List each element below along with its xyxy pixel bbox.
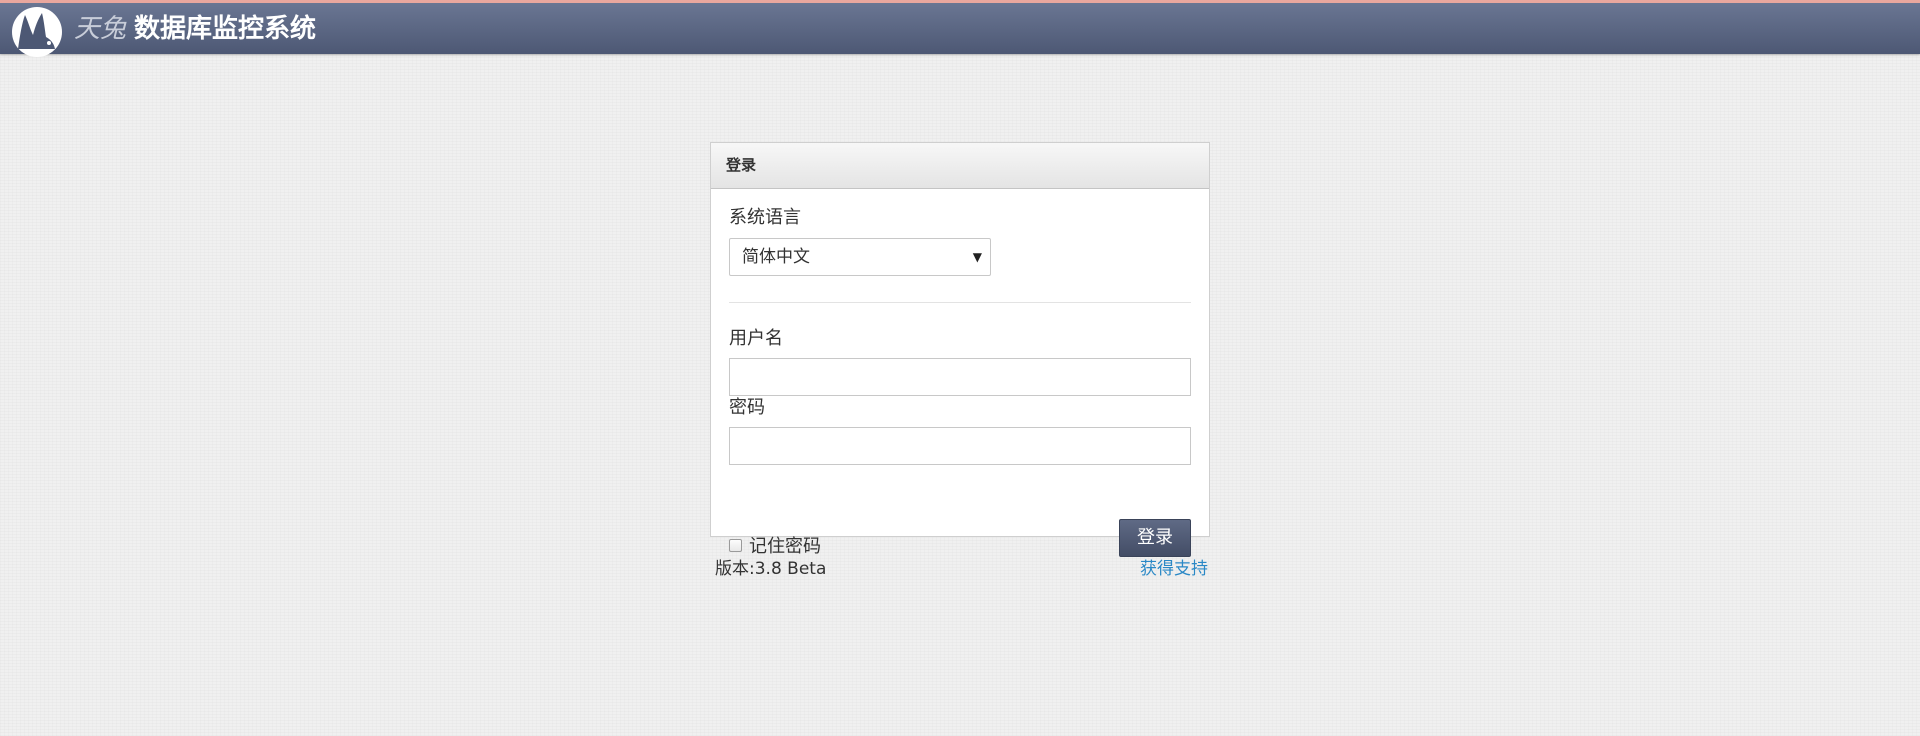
login-panel: 登录 系统语言 简体中文 ▼ 用户名 密码 记住密码 登录 (710, 142, 1210, 557)
brand-italic-text: 天兔 (74, 14, 127, 44)
language-label: 系统语言 (729, 207, 801, 228)
form-divider (729, 302, 1191, 303)
password-label: 密码 (729, 397, 765, 418)
language-selected-value: 简体中文 (742, 247, 810, 267)
get-support-link[interactable]: 获得支持 (1140, 554, 1208, 579)
app-brand: 天兔 数据库监控系统 (74, 14, 316, 44)
chevron-down-icon: ▼ (972, 250, 982, 264)
username-input[interactable] (729, 358, 1191, 396)
version-text: 版本:3.8 Beta (715, 559, 827, 579)
top-header-bar: 天兔 数据库监控系统 (0, 0, 1920, 57)
password-input[interactable] (729, 427, 1191, 465)
login-panel-title: 登录 (711, 143, 1209, 189)
remember-checkbox[interactable] (729, 538, 742, 552)
username-label: 用户名 (729, 328, 783, 349)
login-button[interactable]: 登录 (1119, 519, 1191, 557)
language-select[interactable]: 简体中文 ▼ (729, 238, 991, 276)
rabbit-logo-icon (12, 7, 62, 57)
brand-title: 数据库监控系统 (134, 14, 317, 44)
